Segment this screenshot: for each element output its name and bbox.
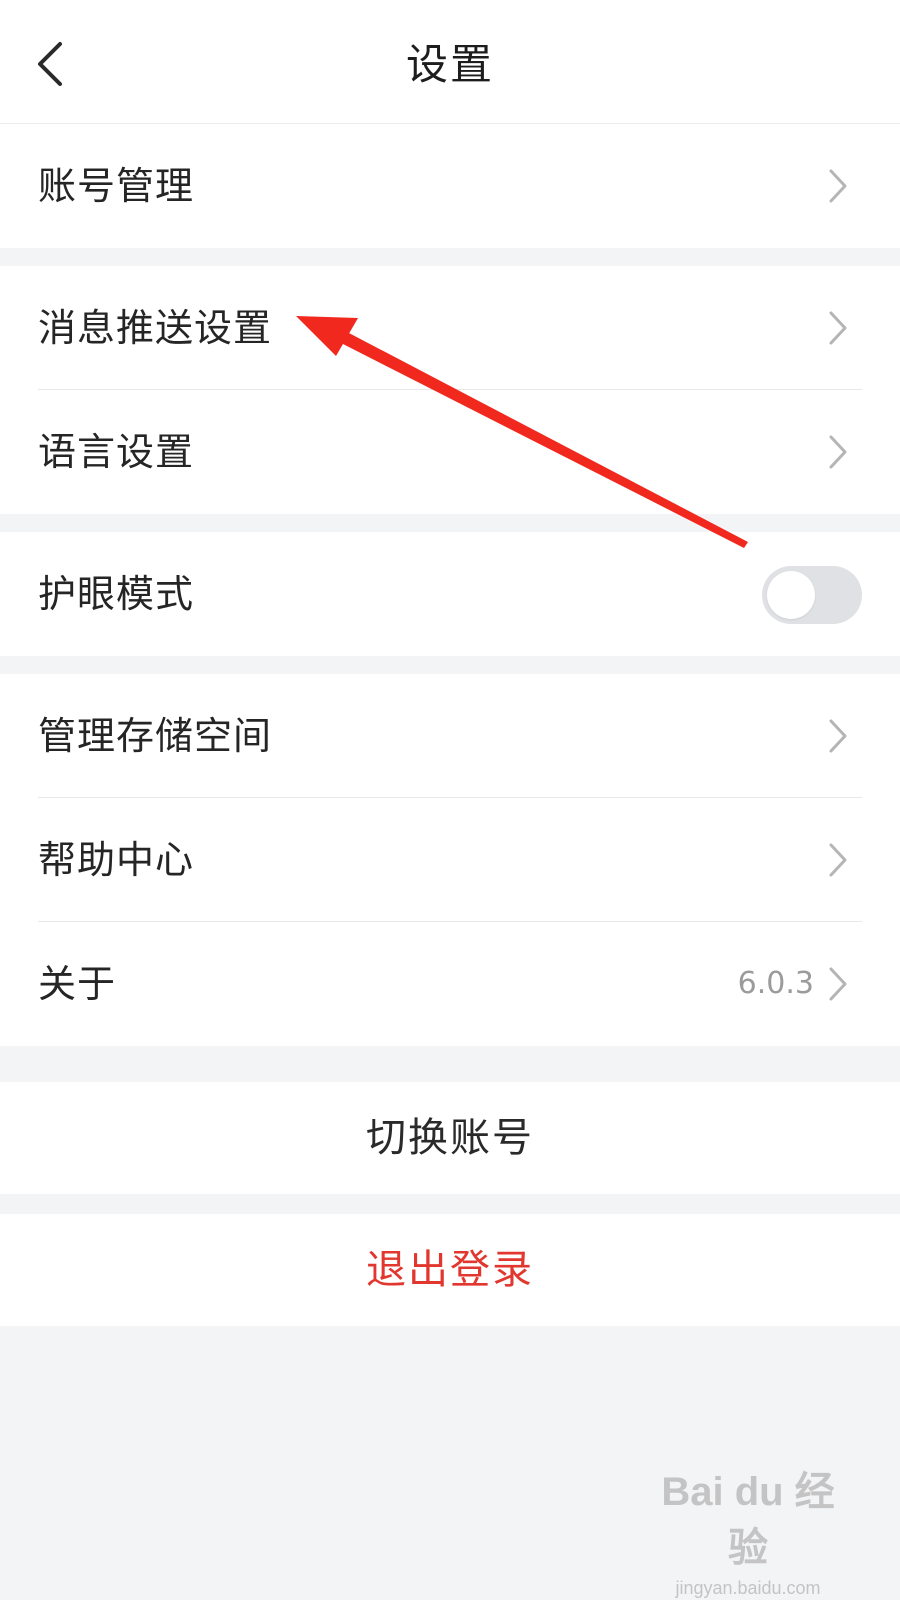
manage-storage-label: 管理存储空间 bbox=[38, 714, 273, 758]
chevron-right-icon bbox=[828, 168, 848, 204]
account-management-row[interactable]: 账号管理 bbox=[0, 124, 900, 248]
eye-care-mode-row: 护眼模式 bbox=[0, 532, 900, 656]
toggle-knob bbox=[767, 571, 815, 619]
eye-care-mode-label: 护眼模式 bbox=[38, 572, 195, 616]
settings-group-eye-care: 护眼模式 bbox=[0, 532, 900, 656]
watermark-sub-text: jingyan.baidu.com bbox=[675, 1578, 821, 1598]
push-notification-settings-row[interactable]: 消息推送设置 bbox=[0, 266, 900, 390]
eye-care-mode-toggle[interactable] bbox=[762, 566, 862, 624]
watermark-main-text: Bai du 经验 bbox=[661, 1470, 835, 1570]
settings-group-general: 消息推送设置 语言设置 bbox=[0, 266, 900, 514]
chevron-right-icon bbox=[828, 842, 848, 878]
push-notification-settings-label: 消息推送设置 bbox=[38, 306, 273, 350]
baidu-jingyan-watermark: Bai du 经验 jingyan.baidu.com bbox=[658, 1464, 838, 1598]
language-settings-label: 语言设置 bbox=[38, 430, 195, 474]
account-management-label: 账号管理 bbox=[38, 164, 195, 208]
language-settings-row[interactable]: 语言设置 bbox=[0, 390, 900, 514]
chevron-right-icon bbox=[828, 434, 848, 470]
version-number: 6.0.3 bbox=[737, 966, 814, 1001]
help-center-label: 帮助中心 bbox=[38, 838, 195, 882]
settings-group-other: 管理存储空间 帮助中心 关于 6.0.3 bbox=[0, 674, 900, 1046]
chevron-right-icon bbox=[828, 718, 848, 754]
about-row[interactable]: 关于 6.0.3 bbox=[0, 922, 900, 1046]
switch-account-button[interactable]: 切换账号 bbox=[0, 1082, 900, 1194]
page-title: 设置 bbox=[405, 40, 494, 89]
help-center-row[interactable]: 帮助中心 bbox=[0, 798, 900, 922]
settings-group-account: 账号管理 bbox=[0, 124, 900, 248]
top-bar: 设置 bbox=[0, 0, 900, 124]
logout-button[interactable]: 退出登录 bbox=[0, 1214, 900, 1326]
chevron-right-icon bbox=[828, 966, 848, 1002]
about-label: 关于 bbox=[38, 962, 117, 1006]
manage-storage-row[interactable]: 管理存储空间 bbox=[0, 674, 900, 798]
chevron-right-icon bbox=[828, 310, 848, 346]
